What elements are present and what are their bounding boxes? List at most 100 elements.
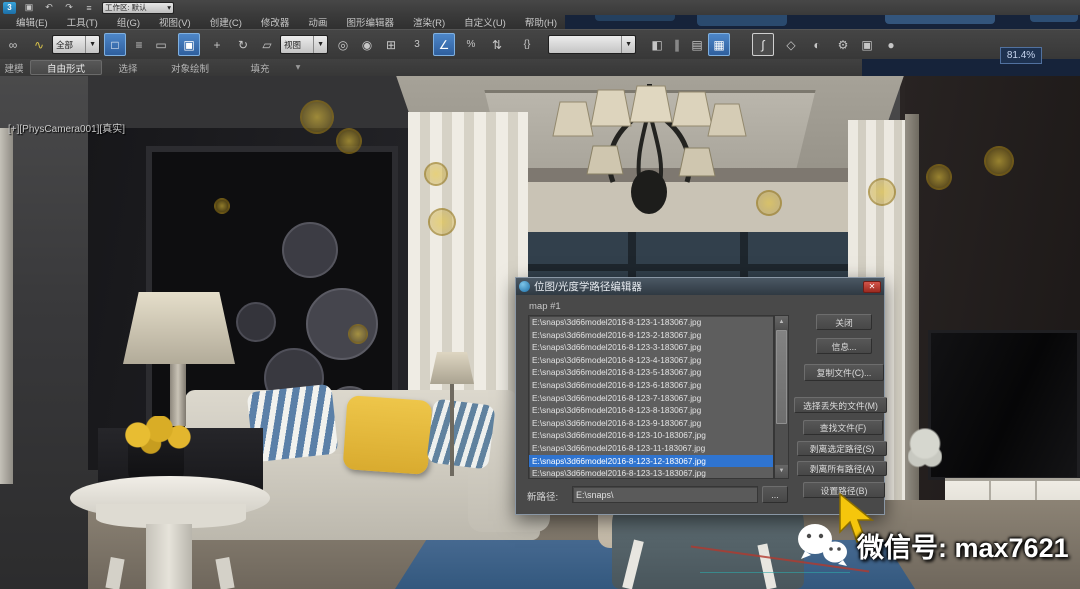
- render-small-lamp-stem: [450, 384, 454, 476]
- spinner-snap-icon[interactable]: [486, 33, 508, 56]
- menu-tools[interactable]: 工具(T): [67, 15, 98, 29]
- max-logo-icon[interactable]: 3: [3, 2, 16, 14]
- curve-editor-icon[interactable]: [752, 33, 774, 56]
- select-object-icon[interactable]: [104, 33, 126, 56]
- menu-graph-editors[interactable]: 图形编辑器: [346, 15, 394, 29]
- layer-manager-icon[interactable]: [686, 33, 708, 56]
- render-production-icon[interactable]: [880, 33, 902, 56]
- list-item[interactable]: E:\snaps\3d66model2016-8-123-4-183067.jp…: [529, 354, 773, 367]
- list-item[interactable]: E:\snaps\3d66model2016-8-123-6-183067.jp…: [529, 379, 773, 392]
- use-pivot-icon[interactable]: [332, 33, 354, 56]
- watermark: 微信号: max7621: [795, 522, 1069, 568]
- 3dsmax-window: 3 ▣ ↶ ↷ ≡ 工作区: 默认 ▾ 编辑(E) 工具(T) 组(G) 视图(…: [0, 0, 1080, 589]
- list-item-selected[interactable]: E:\snaps\3d66model2016-8-123-12-183067.j…: [529, 455, 773, 468]
- lens-glare: [428, 208, 456, 236]
- select-missing-files-button[interactable]: 选择丢失的文件(M): [794, 397, 887, 413]
- menu-bar: 编辑(E) 工具(T) 组(G) 视图(V) 创建(C) 修改器 动画 图形编辑…: [0, 15, 565, 29]
- info-button[interactable]: 信息...: [816, 338, 872, 354]
- dialog-app-icon: [519, 281, 530, 292]
- lens-glare: [336, 128, 362, 154]
- menu-customize[interactable]: 自定义(U): [464, 15, 506, 29]
- workspace-selector[interactable]: 工作区: 默认 ▾: [102, 2, 174, 14]
- undo-icon[interactable]: ↶: [42, 2, 56, 14]
- list-item[interactable]: E:\snaps\3d66model2016-8-123-7-183067.jp…: [529, 392, 773, 405]
- menu-edit[interactable]: 编辑(E): [16, 15, 48, 29]
- select-link-icon[interactable]: [2, 33, 24, 56]
- list-scrollbar[interactable]: ▲ ▼: [774, 315, 789, 479]
- list-item[interactable]: E:\snaps\3d66model2016-8-123-8-183067.jp…: [529, 404, 773, 417]
- rendered-frame-icon[interactable]: [856, 33, 878, 56]
- strip-selected-paths-button[interactable]: 剥离选定路径(S): [797, 441, 887, 456]
- wechat-icon: [795, 522, 849, 568]
- list-item[interactable]: E:\snaps\3d66model2016-8-123-3-183067.jp…: [529, 341, 773, 354]
- select-move-icon[interactable]: [206, 33, 228, 56]
- list-item[interactable]: E:\snaps\3d66model2016-8-123-10-183067.j…: [529, 429, 773, 442]
- select-rotate-icon[interactable]: [232, 33, 254, 56]
- close-button[interactable]: 关闭: [816, 314, 872, 330]
- menu-help[interactable]: 帮助(H): [525, 15, 557, 29]
- render-wall-plate: [236, 302, 276, 342]
- list-item[interactable]: E:\snaps\3d66model2016-8-123-13-183067.j…: [529, 467, 773, 479]
- render-window-mullion: [528, 264, 858, 271]
- tab-modeling[interactable]: 建模: [0, 60, 28, 75]
- window-crossing-icon[interactable]: [178, 33, 200, 56]
- named-sets-dropdown[interactable]: ▼: [548, 35, 636, 54]
- mirror-icon[interactable]: [646, 33, 668, 56]
- snap-toggle-icon[interactable]: [406, 33, 428, 56]
- lens-glare: [984, 146, 1014, 176]
- schematic-view-icon[interactable]: [780, 33, 802, 56]
- tab-freeform[interactable]: 自由形式: [30, 60, 102, 75]
- find-files-button[interactable]: 查找文件(F): [803, 420, 883, 435]
- list-item[interactable]: E:\snaps\3d66model2016-8-123-9-183067.jp…: [529, 417, 773, 430]
- select-by-name-icon[interactable]: [128, 33, 150, 56]
- menu-modifiers[interactable]: 修改器: [261, 15, 290, 29]
- select-scale-icon[interactable]: [256, 33, 278, 56]
- save-icon[interactable]: ▣: [22, 2, 36, 14]
- list-item[interactable]: E:\snaps\3d66model2016-8-123-11-183067.j…: [529, 442, 773, 455]
- ribbon-tab-bar: 建模 自由形式 选择 对象绘制 填充 ▾: [0, 59, 862, 76]
- menu-group[interactable]: 组(G): [117, 15, 140, 29]
- tab-object-paint[interactable]: 对象绘制: [162, 60, 218, 75]
- percent-snap-icon[interactable]: [460, 33, 482, 56]
- menu-rendering[interactable]: 渲染(R): [413, 15, 445, 29]
- tab-selection[interactable]: 选择: [112, 60, 144, 75]
- render-tv: [928, 330, 1080, 480]
- redo-icon[interactable]: ↷: [62, 2, 76, 14]
- list-item[interactable]: E:\snaps\3d66model2016-8-123-2-183067.jp…: [529, 329, 773, 342]
- scroll-down-icon[interactable]: ▼: [775, 465, 788, 478]
- chevron-down-icon: ▼: [313, 36, 324, 53]
- render-small-lamp-shade: [430, 352, 474, 384]
- angle-snap-icon[interactable]: [433, 33, 455, 56]
- lens-glare: [348, 324, 368, 344]
- ribbon-toggle-icon[interactable]: [708, 33, 730, 56]
- selection-filter-dropdown[interactable]: 全部▼: [52, 35, 100, 54]
- ref-coord-dropdown[interactable]: 视图▼: [280, 35, 328, 54]
- scrollbar-thumb[interactable]: [776, 330, 787, 424]
- project-folder-icon[interactable]: ≡: [82, 2, 96, 14]
- dialog-titlebar[interactable]: 位图/光度学路径编辑器 ✕: [516, 278, 884, 295]
- ribbon-minimize-icon[interactable]: ▾: [288, 60, 308, 75]
- selection-region-icon[interactable]: [150, 33, 172, 56]
- menu-animation[interactable]: 动画: [308, 15, 327, 29]
- menu-views[interactable]: 视图(V): [159, 15, 191, 29]
- list-item[interactable]: E:\snaps\3d66model2016-8-123-1-183067.jp…: [529, 316, 773, 329]
- copy-files-button[interactable]: 复制文件(C)...: [804, 364, 884, 381]
- viewport-label[interactable]: [+][PhysCamera001][真实]: [8, 120, 125, 135]
- scroll-up-icon[interactable]: ▲: [775, 316, 788, 329]
- menu-create[interactable]: 创建(C): [210, 15, 242, 29]
- align-icon[interactable]: [666, 33, 688, 56]
- lens-glare: [424, 162, 448, 186]
- bind-spacewarp-icon[interactable]: [28, 33, 50, 56]
- material-editor-icon[interactable]: [806, 33, 828, 56]
- close-icon[interactable]: ✕: [863, 281, 881, 293]
- new-path-input[interactable]: [572, 486, 758, 503]
- tab-populate[interactable]: 填充: [244, 60, 276, 75]
- file-path-list[interactable]: E:\snaps\3d66model2016-8-123-1-183067.jp…: [528, 315, 774, 479]
- strip-all-paths-button[interactable]: 剥离所有路径(A): [797, 461, 887, 476]
- browse-button[interactable]: ...: [762, 486, 788, 503]
- render-setup-icon[interactable]: [832, 33, 854, 56]
- list-item[interactable]: E:\snaps\3d66model2016-8-123-5-183067.jp…: [529, 366, 773, 379]
- select-manipulate-icon[interactable]: [356, 33, 378, 56]
- edit-named-sets-icon[interactable]: [516, 33, 538, 56]
- keyboard-override-icon[interactable]: [380, 33, 402, 56]
